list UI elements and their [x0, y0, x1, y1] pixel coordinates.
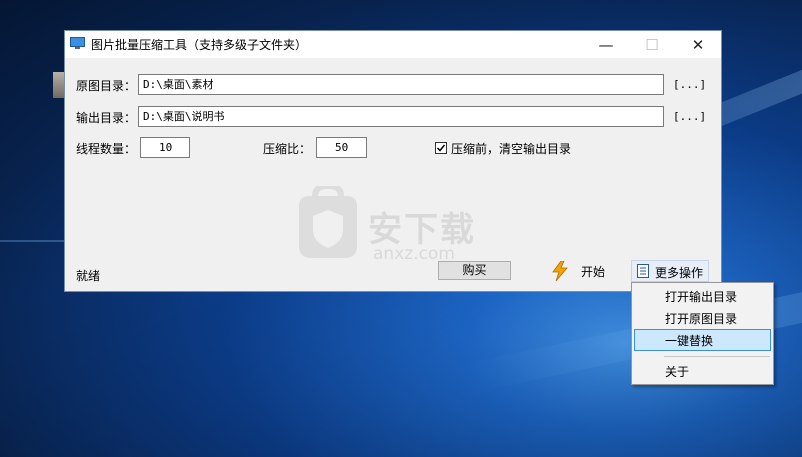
more-actions-menu: 打开输出目录 打开原图目录 一键替换 关于: [631, 282, 774, 385]
compress-ratio-label: 压缩比：: [263, 142, 312, 156]
clear-output-label[interactable]: 压缩前，清空输出目录: [451, 140, 571, 157]
app-window: 图片批量压缩工具（支持多级子文件夹） — ☐ ✕ 原图目录： D:\桌面\素材 …: [64, 30, 722, 292]
minimize-button[interactable]: —: [583, 31, 629, 58]
shield-bag-icon: [299, 186, 357, 258]
status-text: 就绪: [76, 269, 101, 283]
menu-item-one-click-replace[interactable]: 一键替换: [634, 329, 771, 351]
checkmark-icon: [436, 144, 446, 152]
document-icon: [637, 264, 649, 278]
output-dir-input[interactable]: D:\桌面\说明书: [138, 106, 664, 127]
more-actions-label: 更多操作: [655, 266, 704, 280]
menu-item-label: 关于: [665, 365, 690, 379]
threads-label: 线程数量：: [76, 142, 137, 156]
menu-item-label: 打开输出目录: [665, 290, 738, 304]
buy-button[interactable]: 购买: [438, 261, 511, 280]
watermark: 安下载 anxz.com: [293, 186, 533, 268]
menu-item-open-output[interactable]: 打开输出目录: [634, 285, 771, 307]
title-bar[interactable]: 图片批量压缩工具（支持多级子文件夹） — ☐ ✕: [65, 31, 721, 58]
output-dir-browse-button[interactable]: [...]: [673, 110, 706, 123]
menu-item-label: 一键替换: [665, 334, 714, 348]
lightning-icon[interactable]: [551, 261, 569, 281]
more-actions-button[interactable]: 更多操作: [631, 260, 709, 282]
menu-item-about[interactable]: 关于: [634, 360, 771, 382]
source-dir-label: 原图目录：: [76, 79, 137, 93]
menu-item-label: 打开原图目录: [665, 312, 738, 326]
output-dir-label: 输出目录：: [76, 111, 137, 125]
threads-input[interactable]: 10: [140, 137, 190, 158]
start-button[interactable]: 开始: [581, 263, 605, 280]
close-button[interactable]: ✕: [675, 31, 721, 58]
source-dir-browse-button[interactable]: [...]: [673, 78, 706, 91]
maximize-button[interactable]: ☐: [629, 31, 675, 58]
menu-separator: [664, 356, 770, 357]
menu-item-open-source[interactable]: 打开原图目录: [634, 307, 771, 329]
window-title: 图片批量压缩工具（支持多级子文件夹）: [91, 38, 308, 52]
source-dir-input[interactable]: D:\桌面\素材: [138, 74, 664, 95]
monitor-icon: [70, 37, 85, 49]
clear-output-checkbox[interactable]: [435, 142, 447, 154]
compress-ratio-input[interactable]: 50: [316, 137, 367, 158]
